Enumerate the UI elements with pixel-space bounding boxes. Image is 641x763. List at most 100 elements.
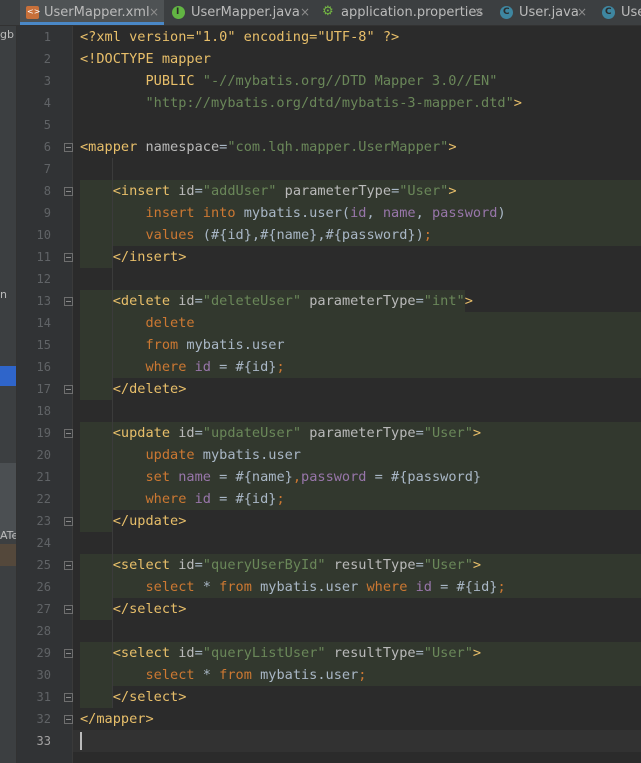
code-line[interactable]: <delete id="deleteUser" parameterType="i… [80, 290, 473, 312]
fold-toggle-icon[interactable] [64, 715, 73, 724]
code-line[interactable]: set name = #{name},password = #{password… [80, 466, 481, 488]
fold-toggle-icon[interactable] [64, 605, 73, 614]
code-line[interactable]: <select id="queryListUser" resultType="U… [80, 642, 481, 664]
code-line[interactable]: select * from mybatis.user where id = #{… [80, 576, 505, 598]
line-number: 7 [43, 162, 51, 176]
fold-toggle-icon[interactable] [64, 517, 73, 526]
code-line[interactable]: </select> [80, 598, 187, 620]
code-line[interactable]: </select> [80, 686, 187, 708]
close-icon[interactable]: × [300, 0, 310, 25]
code-line[interactable]: delete [80, 312, 194, 334]
line-number: 31 [36, 690, 51, 704]
selected-tree-row[interactable] [0, 366, 16, 386]
code-line[interactable]: where id = #{id}; [80, 356, 285, 378]
interface-icon [172, 6, 185, 19]
code-line[interactable]: values (#{id},#{name},#{password}); [80, 224, 431, 246]
code-token: "updateUser" [202, 425, 302, 441]
code-line[interactable]: <insert id="addUser" parameterType="User… [80, 180, 457, 202]
tab-usermapper-xml[interactable]: UserMapper.xml × [20, 0, 164, 25]
code-token: "addUser" [202, 183, 277, 199]
code-line[interactable]: </delete> [80, 378, 187, 400]
code-token: "com.lqh.mapper.UserMapper" [227, 139, 449, 155]
code-line[interactable]: <mapper namespace="com.lqh.mapper.UserMa… [80, 136, 457, 158]
code-token: mybatis.user [260, 579, 367, 595]
code-line[interactable]: "http://mybatis.org/dtd/mybatis-3-mapper… [80, 92, 522, 114]
class-icon [602, 6, 615, 19]
code-token: > [472, 645, 482, 661]
code-line[interactable]: <update id="updateUser" parameterType="U… [80, 422, 481, 444]
code-line[interactable]: <?xml version="1.0" encoding="UTF-8" ?> [80, 26, 399, 48]
close-icon[interactable]: × [149, 0, 159, 25]
fold-toggle-icon[interactable] [64, 143, 73, 152]
line-number-gutter[interactable]: 1 2 3 4 5 6 7 8 9 10 11 12 13 14 15 16 17 18 19 20 21 22 23 24 2… [17, 26, 73, 763]
code-line[interactable]: from mybatis.user [80, 334, 284, 356]
code-line[interactable]: <!DOCTYPE mapper [80, 48, 211, 70]
tab-user[interactable]: User [596, 0, 641, 25]
code-token: > [513, 95, 522, 111]
code-token: = #{name} [210, 469, 293, 485]
code-token: parameterType [309, 293, 416, 309]
code-token: = #{id} [210, 359, 277, 375]
code-token: ; [276, 359, 285, 375]
code-token: mybatis.user( [243, 205, 351, 221]
code-line[interactable]: insert into mybatis.user(id, name, passw… [80, 202, 505, 224]
code-token: "User" [423, 557, 473, 573]
code-line[interactable]: update mybatis.user [80, 444, 301, 466]
code-token: = #{id} [210, 491, 277, 507]
fold-toggle-icon[interactable] [64, 187, 73, 196]
code-token: "-//mybatis.org//DTD Mapper 3.0//EN" [202, 73, 498, 89]
code-line[interactable]: </insert> [80, 246, 187, 268]
line-number: 19 [36, 426, 51, 440]
close-icon[interactable]: × [474, 0, 484, 25]
tab-user-java[interactable]: User.java × [494, 0, 592, 25]
code-token: </insert> [112, 249, 187, 265]
code-token: </select> [112, 689, 187, 705]
code-token: insert into [145, 205, 244, 221]
code-token: id [178, 645, 195, 661]
current-line-highlight [73, 730, 641, 752]
code-token: , [292, 469, 302, 485]
fold-toggle-icon[interactable] [64, 429, 73, 438]
code-line[interactable]: </mapper> [80, 708, 154, 730]
code-token: , [415, 205, 432, 221]
code-token: id [194, 359, 211, 375]
fold-toggle-icon[interactable] [64, 253, 73, 262]
code-editor[interactable]: <?xml version="1.0" encoding="UTF-8" ?> <… [73, 26, 641, 763]
code-token: id [178, 183, 195, 199]
tree-row[interactable] [0, 544, 16, 566]
fold-toggle-icon[interactable] [64, 649, 73, 658]
line-number: 21 [36, 470, 51, 484]
code-token: parameterType [309, 425, 416, 441]
line-number: 18 [36, 404, 51, 418]
fold-toggle-icon[interactable] [64, 297, 73, 306]
code-token: from [219, 579, 261, 595]
line-number: 28 [36, 624, 51, 638]
code-line[interactable]: </update> [80, 510, 187, 532]
code-line[interactable]: where id = #{id}; [80, 488, 284, 510]
fold-toggle-icon[interactable] [64, 561, 73, 570]
code-token: id [178, 557, 195, 573]
line-number: 23 [36, 514, 51, 528]
tab-application-properties[interactable]: application.properties × [316, 0, 492, 25]
code-token: where [366, 579, 416, 595]
tree-highlight-block [0, 463, 16, 538]
line-number: 26 [36, 580, 51, 594]
code-line[interactable]: <select id="queryUserById" resultType="U… [80, 554, 481, 576]
code-token: id [350, 205, 367, 221]
close-icon[interactable]: × [577, 0, 587, 25]
fold-toggle-icon[interactable] [64, 385, 73, 394]
fold-toggle-icon[interactable] [64, 693, 73, 702]
project-panel-edge[interactable]: gb n ATe [0, 26, 17, 763]
tab-usermapper-java[interactable]: UserMapper.java × [166, 0, 314, 25]
line-number: 2 [43, 52, 51, 66]
code-line[interactable]: select * from mybatis.user; [80, 664, 366, 686]
code-token: > [464, 293, 473, 309]
line-number: 11 [36, 250, 51, 264]
code-line[interactable]: PUBLIC "-//mybatis.org//DTD Mapper 3.0//… [80, 70, 497, 92]
